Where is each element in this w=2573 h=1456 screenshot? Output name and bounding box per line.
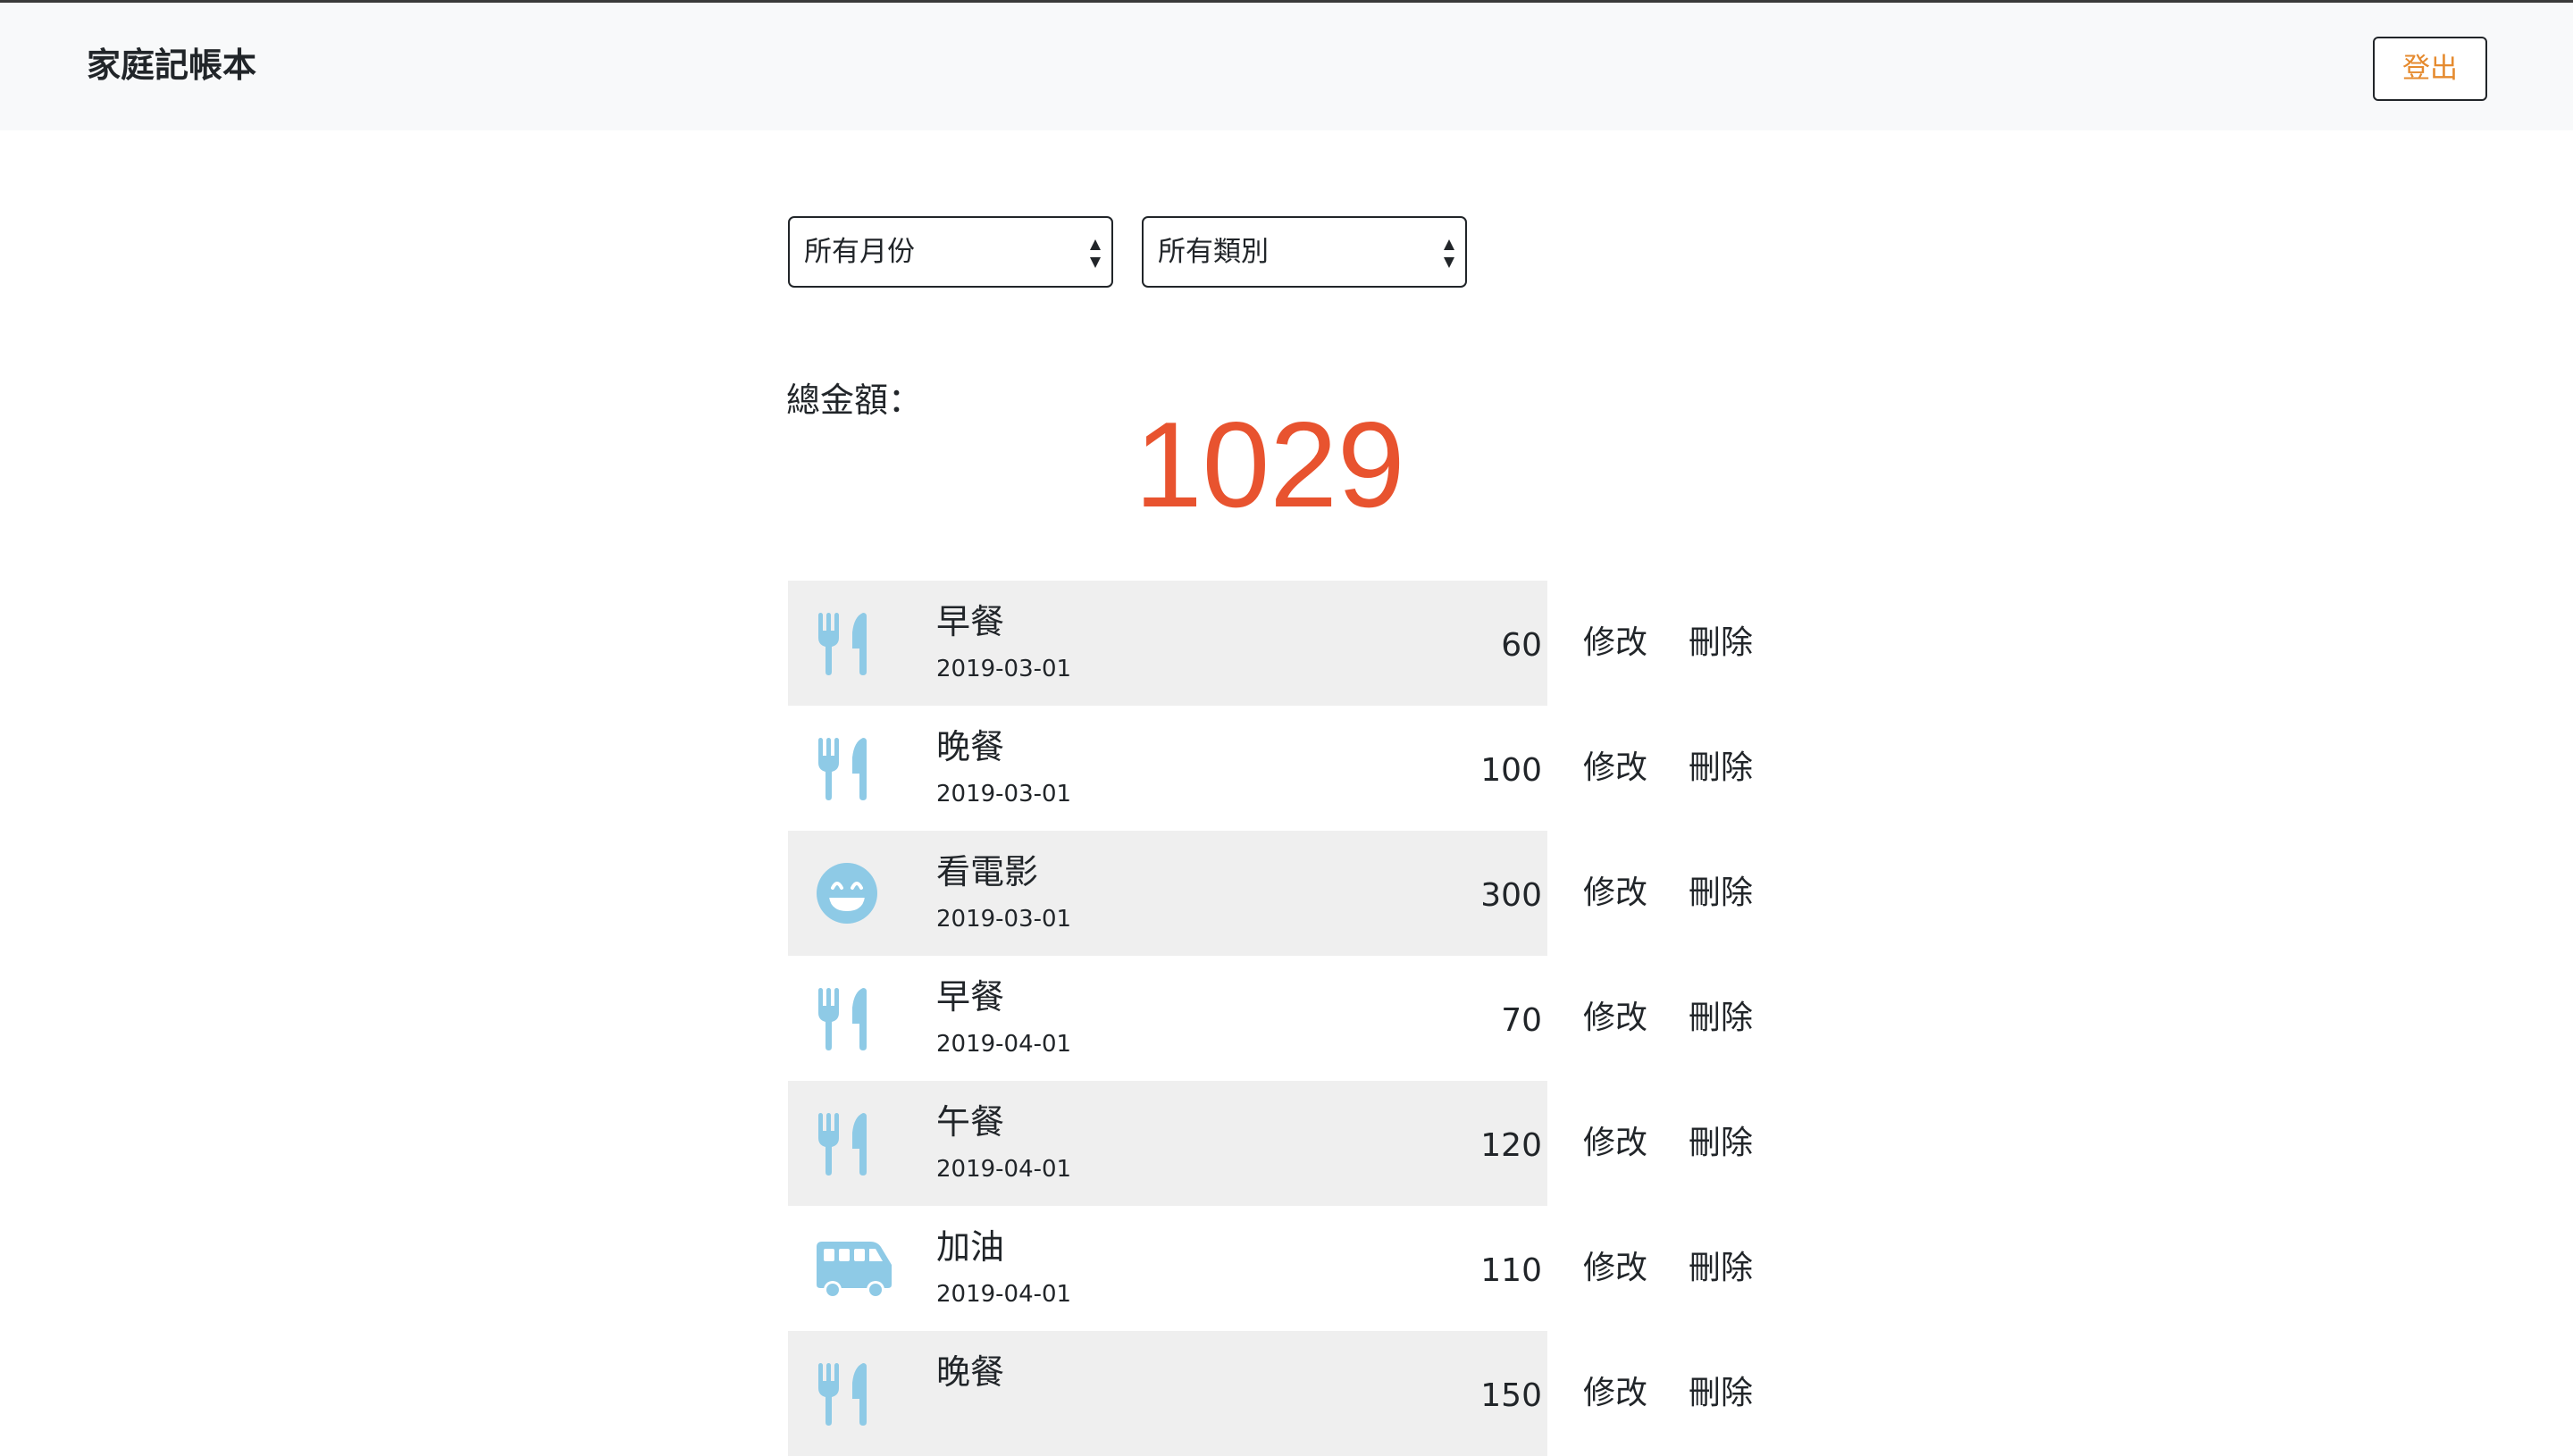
brand-title[interactable]: 家庭記帳本 bbox=[87, 40, 256, 90]
record-date: 2019-04-01 bbox=[936, 1031, 1072, 1058]
select-arrows-icon bbox=[1090, 239, 1101, 268]
record-name: 晚餐 bbox=[936, 727, 1005, 766]
edit-link[interactable]: 修改 bbox=[1583, 868, 1647, 918]
record-row: 早餐 2019-04-01 70 修改 刪除 bbox=[788, 956, 1860, 1081]
edit-link[interactable]: 修改 bbox=[1583, 993, 1647, 1043]
select-arrows-icon bbox=[1444, 239, 1454, 268]
month-select[interactable]: 所有月份 bbox=[788, 216, 1113, 288]
record-row-background bbox=[788, 956, 1547, 1081]
delete-link[interactable]: 刪除 bbox=[1689, 743, 1753, 793]
record-name: 早餐 bbox=[936, 977, 1005, 1017]
record-row: 看電影 2019-03-01 300 修改 刪除 bbox=[788, 831, 1860, 956]
record-name: 午餐 bbox=[936, 1102, 1005, 1142]
record-amount: 110 bbox=[1480, 1252, 1542, 1289]
edit-link[interactable]: 修改 bbox=[1583, 1118, 1647, 1168]
category-select[interactable]: 所有類別 bbox=[1142, 216, 1467, 288]
record-row: 晚餐 150 修改 刪除 bbox=[788, 1331, 1860, 1456]
logout-button[interactable]: 登出 bbox=[2373, 37, 2487, 101]
van-icon bbox=[813, 1234, 895, 1302]
utensils-icon bbox=[813, 984, 881, 1052]
month-select-value: 所有月份 bbox=[804, 236, 915, 268]
record-row-background bbox=[788, 581, 1547, 706]
record-name: 早餐 bbox=[936, 602, 1005, 641]
record-date: 2019-03-01 bbox=[936, 906, 1072, 933]
record-row-background bbox=[788, 1206, 1547, 1331]
record-amount: 150 bbox=[1480, 1377, 1542, 1414]
delete-link[interactable]: 刪除 bbox=[1689, 993, 1753, 1043]
utensils-icon bbox=[813, 1109, 881, 1177]
record-date: 2019-04-01 bbox=[936, 1281, 1072, 1308]
total-label: 總金額： bbox=[786, 381, 923, 420]
record-amount: 70 bbox=[1501, 1002, 1542, 1039]
record-row: 早餐 2019-03-01 60 修改 刪除 bbox=[788, 581, 1860, 706]
record-name: 加油 bbox=[936, 1227, 1005, 1267]
edit-link[interactable]: 修改 bbox=[1583, 618, 1647, 668]
record-row: 午餐 2019-04-01 120 修改 刪除 bbox=[788, 1081, 1860, 1206]
record-date: 2019-03-01 bbox=[936, 656, 1072, 682]
record-date: 2019-03-01 bbox=[936, 781, 1072, 807]
record-row-background bbox=[788, 1331, 1547, 1456]
navbar: 家庭記帳本 登出 bbox=[0, 0, 2573, 130]
record-name: 看電影 bbox=[936, 852, 1039, 891]
smile-icon bbox=[813, 859, 881, 927]
delete-link[interactable]: 刪除 bbox=[1689, 1243, 1753, 1293]
record-row-background bbox=[788, 831, 1547, 956]
record-amount: 300 bbox=[1480, 877, 1542, 914]
utensils-icon bbox=[813, 734, 881, 802]
record-name: 晚餐 bbox=[936, 1352, 1005, 1392]
record-amount: 60 bbox=[1501, 627, 1542, 664]
record-row: 晚餐 2019-03-01 100 修改 刪除 bbox=[788, 706, 1860, 831]
delete-link[interactable]: 刪除 bbox=[1689, 1118, 1753, 1168]
record-date: 2019-04-01 bbox=[936, 1156, 1072, 1183]
category-select-value: 所有類別 bbox=[1158, 236, 1269, 268]
utensils-icon bbox=[813, 609, 881, 677]
record-amount: 120 bbox=[1480, 1127, 1542, 1164]
record-list: 早餐 2019-03-01 60 修改 刪除 晚餐 2019-03-01 100 修改 刪除 看… bbox=[788, 581, 1860, 1456]
record-row-background bbox=[788, 1081, 1547, 1206]
record-row: 加油 2019-04-01 110 修改 刪除 bbox=[788, 1206, 1860, 1331]
edit-link[interactable]: 修改 bbox=[1583, 1243, 1647, 1293]
record-amount: 100 bbox=[1480, 752, 1542, 789]
edit-link[interactable]: 修改 bbox=[1583, 743, 1647, 793]
record-row-background bbox=[788, 706, 1547, 831]
delete-link[interactable]: 刪除 bbox=[1689, 618, 1753, 668]
total-amount: 1029 bbox=[1135, 397, 1405, 532]
delete-link[interactable]: 刪除 bbox=[1689, 868, 1753, 918]
utensils-icon bbox=[813, 1360, 881, 1427]
